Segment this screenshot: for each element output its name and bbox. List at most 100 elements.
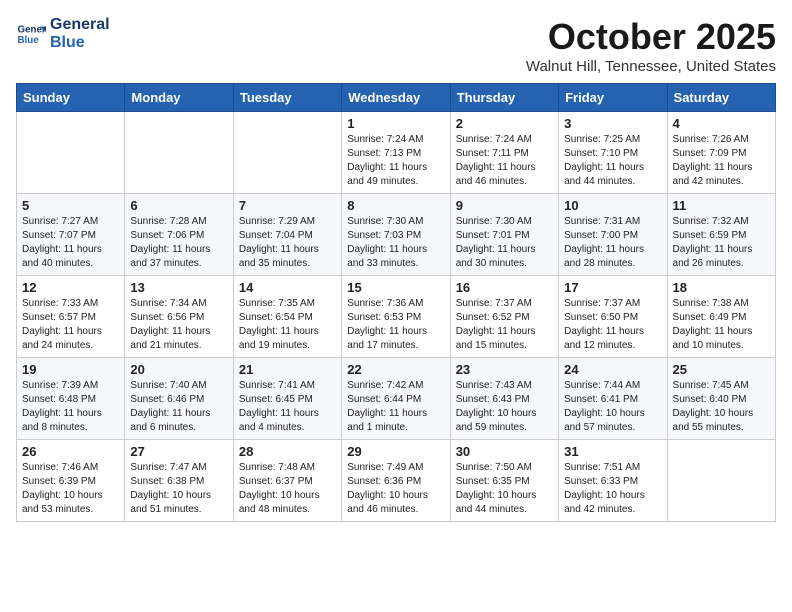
page-header: General Blue General Blue October 2025 W…	[16, 16, 776, 75]
calendar-cell: 20 Sunrise: 7:40 AM Sunset: 6:46 PM Dayli…	[125, 358, 233, 440]
calendar-cell: 28 Sunrise: 7:48 AM Sunset: 6:37 PM Dayli…	[233, 440, 341, 522]
day-info: Sunrise: 7:31 AM Sunset: 7:00 PM Dayligh…	[564, 215, 661, 271]
day-number: 30	[456, 444, 553, 459]
day-info: Sunrise: 7:41 AM Sunset: 6:45 PM Dayligh…	[239, 379, 336, 435]
weekday-header-thursday: Thursday	[450, 84, 558, 112]
calendar-cell: 17 Sunrise: 7:37 AM Sunset: 6:50 PM Dayli…	[559, 276, 667, 358]
calendar-cell: 14Sunrise: 7:35 AM Sunset: 6:54 PM Dayli…	[233, 276, 341, 358]
day-number: 4	[673, 116, 770, 131]
day-number: 7	[239, 198, 336, 213]
calendar-cell: 30Sunrise: 7:50 AM Sunset: 6:35 PM Dayli…	[450, 440, 558, 522]
day-number: 15	[347, 280, 444, 295]
day-info: Sunrise: 7:28 AM Sunset: 7:06 PM Dayligh…	[130, 215, 227, 271]
day-number: 26	[22, 444, 119, 459]
day-info: Sunrise: 7:42 AM Sunset: 6:44 PM Dayligh…	[347, 379, 444, 435]
calendar-cell: 24 Sunrise: 7:44 AM Sunset: 6:41 PM Dayli…	[559, 358, 667, 440]
day-info: Sunrise: 7:25 AM Sunset: 7:10 PM Dayligh…	[564, 133, 661, 189]
weekday-header-saturday: Saturday	[667, 84, 775, 112]
calendar-cell: 1 Sunrise: 7:24 AM Sunset: 7:13 PM Daylig…	[342, 112, 450, 194]
day-info: Sunrise: 7:47 AM Sunset: 6:38 PM Dayligh…	[130, 461, 227, 517]
day-info: Sunrise: 7:24 AM Sunset: 7:13 PM Dayligh…	[347, 133, 444, 189]
calendar-cell: 27Sunrise: 7:47 AM Sunset: 6:38 PM Dayli…	[125, 440, 233, 522]
calendar-week-row: 5 Sunrise: 7:27 AM Sunset: 7:07 PM Daylig…	[17, 194, 776, 276]
day-number: 2	[456, 116, 553, 131]
calendar-cell: 15 Sunrise: 7:36 AM Sunset: 6:53 PM Dayli…	[342, 276, 450, 358]
day-number: 25	[673, 362, 770, 377]
day-number: 9	[456, 198, 553, 213]
day-number: 23	[456, 362, 553, 377]
calendar-cell: 21Sunrise: 7:41 AM Sunset: 6:45 PM Dayli…	[233, 358, 341, 440]
day-info: Sunrise: 7:51 AM Sunset: 6:33 PM Dayligh…	[564, 461, 661, 517]
day-number: 3	[564, 116, 661, 131]
day-number: 22	[347, 362, 444, 377]
day-number: 8	[347, 198, 444, 213]
calendar-cell: 25 Sunrise: 7:45 AM Sunset: 6:40 PM Dayli…	[667, 358, 775, 440]
day-number: 19	[22, 362, 119, 377]
calendar-cell	[233, 112, 341, 194]
calendar-week-row: 12 Sunrise: 7:33 AM Sunset: 6:57 PM Dayli…	[17, 276, 776, 358]
day-number: 1	[347, 116, 444, 131]
calendar-cell	[125, 112, 233, 194]
calendar-cell: 10 Sunrise: 7:31 AM Sunset: 7:00 PM Dayli…	[559, 194, 667, 276]
day-info: Sunrise: 7:29 AM Sunset: 7:04 PM Dayligh…	[239, 215, 336, 271]
calendar-cell: 9 Sunrise: 7:30 AM Sunset: 7:01 PM Daylig…	[450, 194, 558, 276]
day-info: Sunrise: 7:30 AM Sunset: 7:01 PM Dayligh…	[456, 215, 553, 271]
day-number: 16	[456, 280, 553, 295]
calendar-week-row: 1 Sunrise: 7:24 AM Sunset: 7:13 PM Daylig…	[17, 112, 776, 194]
day-info: Sunrise: 7:33 AM Sunset: 6:57 PM Dayligh…	[22, 297, 119, 353]
day-info: Sunrise: 7:49 AM Sunset: 6:36 PM Dayligh…	[347, 461, 444, 517]
day-info: Sunrise: 7:44 AM Sunset: 6:41 PM Dayligh…	[564, 379, 661, 435]
day-info: Sunrise: 7:24 AM Sunset: 7:11 PM Dayligh…	[456, 133, 553, 189]
calendar-cell	[667, 440, 775, 522]
logo: General Blue General Blue	[16, 16, 110, 51]
calendar-cell: 3 Sunrise: 7:25 AM Sunset: 7:10 PM Daylig…	[559, 112, 667, 194]
calendar-cell: 6 Sunrise: 7:28 AM Sunset: 7:06 PM Daylig…	[125, 194, 233, 276]
calendar-cell: 18 Sunrise: 7:38 AM Sunset: 6:49 PM Dayli…	[667, 276, 775, 358]
day-number: 12	[22, 280, 119, 295]
day-number: 24	[564, 362, 661, 377]
calendar-cell: 11Sunrise: 7:32 AM Sunset: 6:59 PM Dayli…	[667, 194, 775, 276]
day-info: Sunrise: 7:36 AM Sunset: 6:53 PM Dayligh…	[347, 297, 444, 353]
svg-text:Blue: Blue	[18, 35, 40, 46]
day-number: 31	[564, 444, 661, 459]
day-info: Sunrise: 7:32 AM Sunset: 6:59 PM Dayligh…	[673, 215, 770, 271]
svg-text:General: General	[18, 24, 47, 35]
day-number: 20	[130, 362, 227, 377]
calendar-cell: 13Sunrise: 7:34 AM Sunset: 6:56 PM Dayli…	[125, 276, 233, 358]
day-info: Sunrise: 7:37 AM Sunset: 6:50 PM Dayligh…	[564, 297, 661, 353]
day-info: Sunrise: 7:39 AM Sunset: 6:48 PM Dayligh…	[22, 379, 119, 435]
day-info: Sunrise: 7:48 AM Sunset: 6:37 PM Dayligh…	[239, 461, 336, 517]
day-number: 28	[239, 444, 336, 459]
day-info: Sunrise: 7:45 AM Sunset: 6:40 PM Dayligh…	[673, 379, 770, 435]
weekday-header-row: SundayMondayTuesdayWednesdayThursdayFrid…	[17, 84, 776, 112]
calendar-cell: 8Sunrise: 7:30 AM Sunset: 7:03 PM Daylig…	[342, 194, 450, 276]
calendar-cell: 19 Sunrise: 7:39 AM Sunset: 6:48 PM Dayli…	[17, 358, 125, 440]
day-number: 10	[564, 198, 661, 213]
day-number: 6	[130, 198, 227, 213]
day-number: 29	[347, 444, 444, 459]
day-info: Sunrise: 7:37 AM Sunset: 6:52 PM Dayligh…	[456, 297, 553, 353]
calendar-cell: 7 Sunrise: 7:29 AM Sunset: 7:04 PM Daylig…	[233, 194, 341, 276]
day-info: Sunrise: 7:40 AM Sunset: 6:46 PM Dayligh…	[130, 379, 227, 435]
day-info: Sunrise: 7:27 AM Sunset: 7:07 PM Dayligh…	[22, 215, 119, 271]
calendar-cell: 2 Sunrise: 7:24 AM Sunset: 7:11 PM Daylig…	[450, 112, 558, 194]
calendar-cell: 26Sunrise: 7:46 AM Sunset: 6:39 PM Dayli…	[17, 440, 125, 522]
weekday-header-wednesday: Wednesday	[342, 84, 450, 112]
day-number: 18	[673, 280, 770, 295]
weekday-header-friday: Friday	[559, 84, 667, 112]
calendar-cell: 12 Sunrise: 7:33 AM Sunset: 6:57 PM Dayli…	[17, 276, 125, 358]
day-number: 17	[564, 280, 661, 295]
day-number: 5	[22, 198, 119, 213]
calendar-cell: 23 Sunrise: 7:43 AM Sunset: 6:43 PM Dayli…	[450, 358, 558, 440]
day-info: Sunrise: 7:38 AM Sunset: 6:49 PM Dayligh…	[673, 297, 770, 353]
logo-line2: Blue	[50, 34, 110, 52]
day-info: Sunrise: 7:43 AM Sunset: 6:43 PM Dayligh…	[456, 379, 553, 435]
calendar-cell: 31 Sunrise: 7:51 AM Sunset: 6:33 PM Dayli…	[559, 440, 667, 522]
day-info: Sunrise: 7:34 AM Sunset: 6:56 PM Dayligh…	[130, 297, 227, 353]
calendar-cell: 4Sunrise: 7:26 AM Sunset: 7:09 PM Daylig…	[667, 112, 775, 194]
calendar-cell: 22 Sunrise: 7:42 AM Sunset: 6:44 PM Dayli…	[342, 358, 450, 440]
calendar-cell: 16 Sunrise: 7:37 AM Sunset: 6:52 PM Dayli…	[450, 276, 558, 358]
logo-line1: General	[50, 16, 110, 34]
calendar-table: SundayMondayTuesdayWednesdayThursdayFrid…	[16, 83, 776, 522]
day-number: 14	[239, 280, 336, 295]
